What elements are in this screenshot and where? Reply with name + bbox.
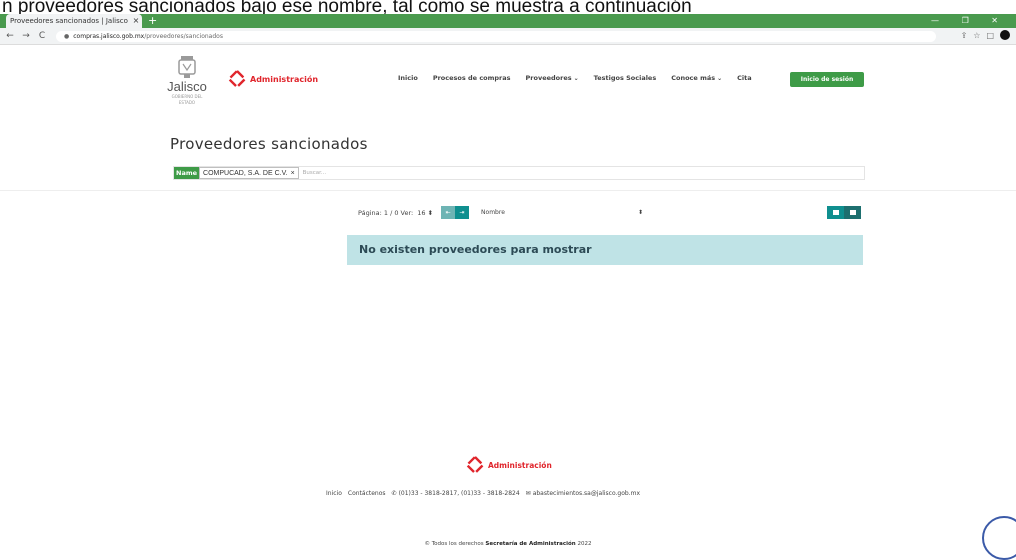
list-icon (832, 210, 839, 215)
mail-icon: ✉ (525, 490, 531, 497)
profile-avatar[interactable] (1000, 30, 1010, 40)
url-host: compras.jalisco.gob.mx (73, 32, 145, 40)
pagination-bar: Página: 1 / 0 Ver: 16 ⬍ ⇤ ⇥ Nombre ⬍ (358, 206, 647, 219)
administracion-emblem-icon (228, 70, 246, 88)
empty-results-alert: No existen proveedores para mostrar (347, 235, 863, 265)
logo-text: Jalisco (167, 79, 207, 94)
jalisco-logo[interactable]: Jalisco GOBIERNO DEL ESTADO (165, 54, 209, 105)
tab-title: Proveedores sancionados | Jalisco (10, 17, 128, 25)
divider (0, 190, 1016, 191)
per-page-select[interactable]: 16 ⬍ (417, 209, 433, 217)
caption-text: n proveedores sancionados bajo ese nombr… (0, 0, 1016, 14)
tab-close-icon[interactable]: × (130, 14, 142, 28)
footer-admin-title: Administración (488, 460, 552, 470)
reload-icon[interactable]: C (36, 31, 48, 41)
first-page-icon[interactable]: ⇤ (441, 206, 456, 219)
nav-procesos-de-compras[interactable]: Procesos de compras (433, 74, 511, 82)
main-nav: Inicio Procesos de compras Proveedores ⌄ … (398, 74, 767, 82)
browser-tab-bar: Proveedores sancionados | Jalisco × + — … (0, 14, 1016, 28)
nav-proveedores[interactable]: Proveedores ⌄ (526, 74, 579, 82)
logo-subtext: GOBIERNO DEL ESTADO (171, 94, 203, 105)
grid-icon (849, 210, 856, 215)
admin-title: Administración (250, 74, 319, 84)
forward-arrow-icon[interactable]: → (20, 31, 32, 41)
star-icon[interactable]: ☆ (973, 31, 980, 40)
nav-inicio[interactable]: Inicio (398, 74, 418, 82)
sort-select[interactable]: Nombre ⬍ (477, 206, 647, 219)
footer-email[interactable]: ✉ abastecimientos.sa@jalisco.gob.mx (526, 490, 640, 497)
remove-filter-icon[interactable]: × (291, 170, 295, 177)
footer-links: Inicio Contáctenos ✆ (01)33 - 3818-2817, … (326, 490, 646, 497)
address-bar-row: ← → C ● compras.jalisco.gob.mx/proveedore… (0, 28, 1016, 45)
crest-icon (178, 56, 196, 78)
share-icon[interactable]: ⇪ (961, 31, 968, 40)
nav-testigos-sociales[interactable]: Testigos Sociales (594, 74, 657, 82)
list-view-button[interactable] (827, 206, 844, 219)
sort-value: Nombre (481, 209, 505, 216)
footer-link-contactenos[interactable]: Contáctenos (348, 490, 386, 497)
grid-view-button[interactable] (844, 206, 861, 219)
login-button[interactable]: Inicio de sesión (790, 72, 864, 87)
footer-administracion-logo[interactable]: Administración (466, 456, 552, 474)
view-toggle (827, 206, 861, 219)
page-indicator: Página: 1 / 0 Ver: (358, 208, 414, 217)
url-input[interactable]: ● compras.jalisco.gob.mx/proveedores/sanc… (56, 30, 936, 42)
window-controls[interactable]: — ❐ ✕ (931, 14, 1008, 28)
lock-icon: ● (64, 32, 70, 40)
browser-tab[interactable]: Proveedores sancionados | Jalisco × (6, 14, 142, 28)
administracion-logo[interactable]: Administración (228, 70, 318, 88)
url-path: /proveedores/sancionados (144, 32, 223, 40)
filter-tag-key: Name (174, 167, 200, 179)
sort-caret-icon: ⬍ (638, 209, 644, 216)
filter-tag-value[interactable]: COMPUCAD, S.A. DE C.V. × (199, 167, 299, 179)
administracion-emblem-icon (466, 456, 484, 474)
last-page-icon[interactable]: ⇥ (455, 206, 470, 219)
extension-icon[interactable]: □ (986, 31, 994, 40)
search-input[interactable]: Buscar... (303, 170, 327, 176)
phone-icon: ✆ (391, 490, 397, 497)
page-title: Proveedores sancionados (170, 135, 368, 153)
filter-search-bar[interactable]: Name COMPUCAD, S.A. DE C.V. × Buscar... (173, 166, 865, 180)
nav-conoce-mas[interactable]: Conoce más ⌄ (671, 74, 722, 82)
toolbar-icons: ⇪ ☆ □ (961, 30, 1010, 40)
nav-cita[interactable]: Cita (737, 74, 752, 82)
corner-badge (982, 516, 1016, 560)
back-arrow-icon[interactable]: ← (4, 31, 16, 41)
new-tab-icon[interactable]: + (148, 14, 157, 28)
footer-phone: ✆ (01)33 - 3818-2817, (01)33 - 3818-2824 (391, 490, 520, 497)
chevron-down-icon: ⌄ (717, 75, 723, 82)
footer-link-inicio[interactable]: Inicio (326, 490, 342, 497)
chevron-down-icon: ⌄ (573, 75, 579, 82)
copyright: © Todos los derechos Secretaría de Admin… (424, 541, 592, 547)
